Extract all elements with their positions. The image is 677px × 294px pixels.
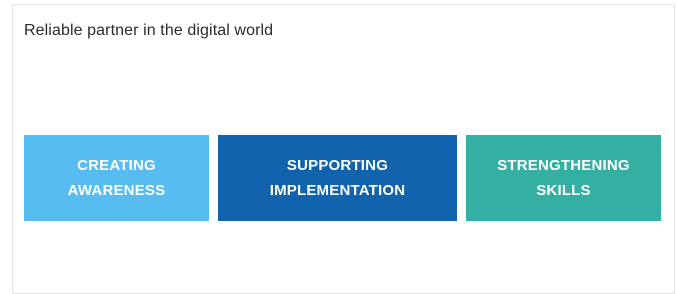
pillar-label: STRENGTHENING SKILLS bbox=[497, 157, 630, 199]
pillar-label: SUPPORTING IMPLEMENTATION bbox=[269, 157, 406, 199]
pillar-supporting-implementation[interactable]: SUPPORTING IMPLEMENTATION bbox=[218, 135, 457, 221]
section-heading: Reliable partner in the digital world bbox=[24, 22, 274, 39]
pillar-creating-awareness[interactable]: CREATING AWARENESS bbox=[24, 135, 209, 221]
pillar-label: CREATING AWARENESS bbox=[67, 157, 166, 199]
pillar-strengthening-skills[interactable]: STRENGTHENING SKILLS bbox=[466, 135, 661, 221]
